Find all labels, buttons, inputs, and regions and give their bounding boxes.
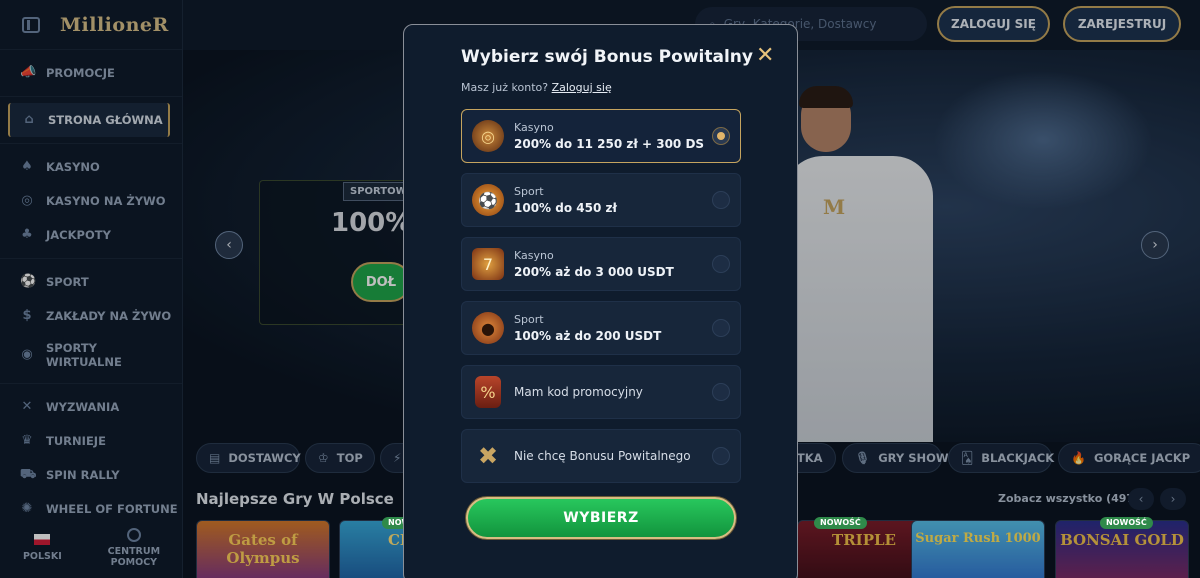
bonus-option-casino-2[interactable]: 7 Kasyno 200% aż do 3 000 USDT (461, 237, 741, 291)
option-value: 200% aż do 3 000 USDT (514, 265, 674, 279)
option-category: Sport (514, 313, 544, 326)
option-text: Sport 100% aż do 200 USDT (514, 313, 661, 343)
bonus-option-promo-code[interactable]: % Mam kod promocyjny (461, 365, 741, 419)
option-text: Kasyno 200% aż do 3 000 USDT (514, 249, 674, 279)
option-radio[interactable] (712, 319, 730, 337)
option-category: Kasyno (514, 249, 554, 262)
option-value: Nie chcę Bonusu Powitalnego (514, 449, 691, 463)
option-value: Mam kod promocyjny (514, 385, 643, 399)
have-account-label: Masz już konto? (461, 81, 549, 94)
option-text: Kasyno 200% do 11 250 zł + 300 DS (514, 121, 704, 151)
option-category: Sport (514, 185, 544, 198)
option-value: 100% aż do 200 USDT (514, 329, 662, 343)
basketball-icon: ● (472, 312, 504, 344)
bonus-option-sport-1[interactable]: ⚽ Sport 100% do 450 zł (461, 173, 741, 227)
option-radio[interactable] (712, 191, 730, 209)
modal-title: Wybierz swój Bonus Powitalny (461, 47, 753, 67)
option-radio[interactable] (712, 127, 730, 145)
roulette-icon: ◎ (472, 120, 504, 152)
option-category: Kasyno (514, 121, 554, 134)
bonus-option-no-bonus[interactable]: ✖ Nie chcę Bonusu Powitalnego (461, 429, 741, 483)
football-icon: ⚽ (472, 184, 504, 216)
choose-bonus-button[interactable]: WYBIERZ (466, 497, 736, 539)
cross-icon: ✖ (477, 442, 499, 470)
option-text: Nie chcę Bonusu Powitalnego (514, 449, 691, 463)
option-value: 100% do 450 zł (514, 201, 617, 215)
promo-ticket-icon: % (475, 376, 501, 408)
slot-machine-icon: 7 (472, 248, 504, 280)
bonus-option-casino-1[interactable]: ◎ Kasyno 200% do 11 250 zł + 300 DS (461, 109, 741, 163)
option-radio[interactable] (712, 447, 730, 465)
close-icon[interactable]: ✕ (756, 45, 774, 67)
option-text: Sport 100% do 450 zł (514, 185, 617, 215)
new-badge: NOWOŚĆ (814, 517, 867, 529)
new-badge: NOWOŚĆ (1100, 517, 1153, 529)
option-radio[interactable] (712, 255, 730, 273)
bonus-option-sport-2[interactable]: ● Sport 100% aż do 200 USDT (461, 301, 741, 355)
welcome-bonus-modal: Wybierz swój Bonus Powitalny ✕ Masz już … (403, 24, 798, 578)
login-link[interactable]: Zaloguj się (552, 81, 612, 94)
option-radio[interactable] (712, 383, 730, 401)
option-value: 200% do 11 250 zł + 300 DS (514, 137, 705, 151)
option-text: Mam kod promocyjny (514, 385, 643, 399)
have-account-text: Masz już konto? Zaloguj się (461, 81, 612, 94)
